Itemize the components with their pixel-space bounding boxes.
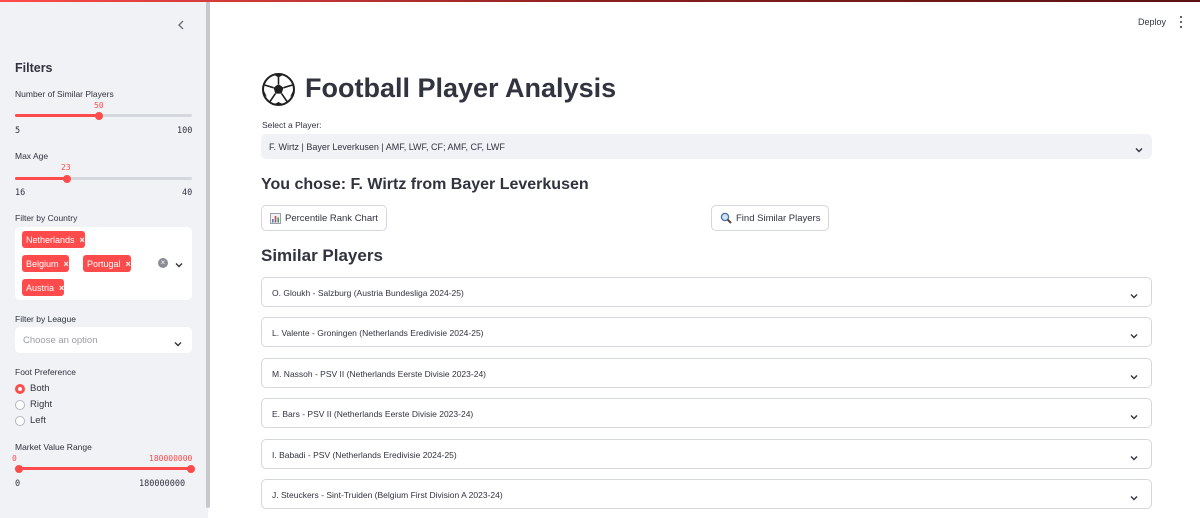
slider-thumb[interactable] (94, 111, 103, 120)
similar-players-min: 5 (15, 126, 21, 136)
chosen-player-heading: You chose: F. Wirtz from Bayer Leverkuse… (261, 176, 589, 193)
similar-players-label: Number of Similar Players (15, 89, 114, 99)
similar-player-name: L. Valente - Groningen (Netherlands Ered… (272, 328, 484, 338)
slider-thumb-high[interactable] (187, 464, 195, 473)
foot-option-right[interactable]: Right (15, 399, 52, 410)
similar-player-expander[interactable]: J. Steuckers - Sint-Truiden (Belgium Fir… (261, 479, 1152, 509)
chevron-down-icon (1129, 409, 1139, 427)
foot-option-left[interactable]: Left (15, 415, 46, 426)
chevron-down-icon[interactable] (174, 257, 184, 275)
similar-players-heading: Similar Players (261, 246, 383, 265)
magnifier-icon (720, 212, 732, 224)
max-age-value: 23 (61, 163, 71, 172)
market-value-min: 0 (15, 479, 21, 489)
player-select[interactable]: F. Wirtz | Bayer Leverkusen | AMF, LWF, … (261, 134, 1152, 159)
similar-player-expander[interactable]: O. Gloukh - Salzburg (Austria Bundesliga… (261, 277, 1152, 307)
slider-fill (15, 467, 192, 470)
market-value-high: 180000000 (149, 454, 193, 463)
slider-fill (15, 177, 67, 180)
top-decoration-bar (0, 0, 1200, 2)
clear-all-icon[interactable]: × (158, 258, 168, 268)
chevron-down-icon (1129, 288, 1139, 306)
league-select[interactable]: Choose an option (15, 327, 192, 353)
sidebar-heading: Filters (15, 61, 53, 75)
foot-option-both[interactable]: Both (15, 383, 50, 394)
remove-tag-icon[interactable]: × (64, 259, 69, 269)
market-value-max: 180000000 (139, 479, 186, 489)
market-value-label: Market Value Range (15, 442, 92, 452)
country-tag[interactable]: Portugal × (83, 255, 131, 272)
bar-chart-icon (270, 212, 281, 224)
radio-icon (15, 399, 25, 410)
market-value-low: 0 (12, 454, 17, 463)
league-placeholder: Choose an option (23, 335, 98, 346)
remove-tag-icon[interactable]: × (126, 259, 131, 269)
slider-thumb[interactable] (62, 174, 71, 183)
find-similar-players-button[interactable]: Find Similar Players (711, 205, 830, 231)
country-tag[interactable]: Austria × (22, 279, 65, 296)
more-menu-icon[interactable] (1178, 16, 1184, 28)
max-age-slider[interactable] (15, 173, 192, 185)
similar-player-expander[interactable]: E. Bars - PSV II (Netherlands Eerste Div… (261, 398, 1152, 428)
chevron-down-icon (1134, 142, 1144, 160)
remove-tag-icon[interactable]: × (59, 283, 64, 293)
foot-preference-label: Foot Preference (15, 367, 76, 377)
radio-icon (15, 415, 25, 426)
chevron-down-icon (1129, 369, 1139, 387)
similar-player-name: E. Bars - PSV II (Netherlands Eerste Div… (272, 409, 474, 419)
market-value-slider[interactable] (15, 463, 195, 475)
soccer-ball-icon (262, 73, 295, 106)
league-filter-label: Filter by League (15, 314, 76, 324)
chevron-down-icon (1129, 490, 1139, 508)
similar-player-name: O. Gloukh - Salzburg (Austria Bundesliga… (272, 288, 464, 298)
percentile-rank-chart-button[interactable]: Percentile Rank Chart (261, 205, 387, 231)
similar-player-expander[interactable]: I. Babadi - PSV (Netherlands Eredivisie … (261, 439, 1152, 469)
similar-player-name: M. Nassoh - PSV II (Netherlands Eerste D… (272, 369, 487, 379)
chevron-down-icon (1129, 328, 1139, 346)
similar-player-name: J. Steuckers - Sint-Truiden (Belgium Fir… (272, 490, 503, 500)
slider-thumb-low[interactable] (15, 464, 23, 473)
player-select-value: F. Wirtz | Bayer Leverkusen | AMF, LWF, … (269, 142, 505, 152)
deploy-button[interactable]: Deploy (1138, 17, 1166, 27)
country-multiselect[interactable]: Netherlands × Belgium × Portugal × Austria ×… (15, 227, 192, 300)
max-age-max: 40 (182, 188, 193, 198)
similar-player-name: I. Babadi - PSV (Netherlands Eredivisie … (272, 450, 457, 460)
similar-players-slider[interactable] (15, 110, 192, 122)
sidebar: Filters Number of Similar Players 50 5 1… (0, 0, 208, 518)
country-tag[interactable]: Netherlands × (22, 231, 85, 248)
country-tag[interactable]: Belgium × (22, 255, 69, 272)
chevron-down-icon (173, 336, 183, 354)
remove-tag-icon[interactable]: × (80, 235, 85, 245)
similar-players-value: 50 (94, 101, 104, 110)
select-player-label: Select a Player: (262, 120, 322, 130)
max-age-min: 16 (15, 188, 26, 198)
similar-player-expander[interactable]: M. Nassoh - PSV II (Netherlands Eerste D… (261, 358, 1152, 388)
similar-player-expander[interactable]: L. Valente - Groningen (Netherlands Ered… (261, 317, 1152, 347)
slider-fill (15, 114, 99, 117)
chevron-down-icon (1129, 450, 1139, 468)
max-age-label: Max Age (15, 151, 49, 161)
collapse-sidebar-icon[interactable] (174, 18, 188, 32)
sidebar-scrollbar[interactable] (206, 0, 210, 508)
page-title: Football Player Analysis (305, 73, 617, 103)
similar-players-max: 100 (177, 126, 193, 136)
country-filter-label: Filter by Country (15, 213, 78, 223)
radio-selected-icon (15, 383, 25, 394)
